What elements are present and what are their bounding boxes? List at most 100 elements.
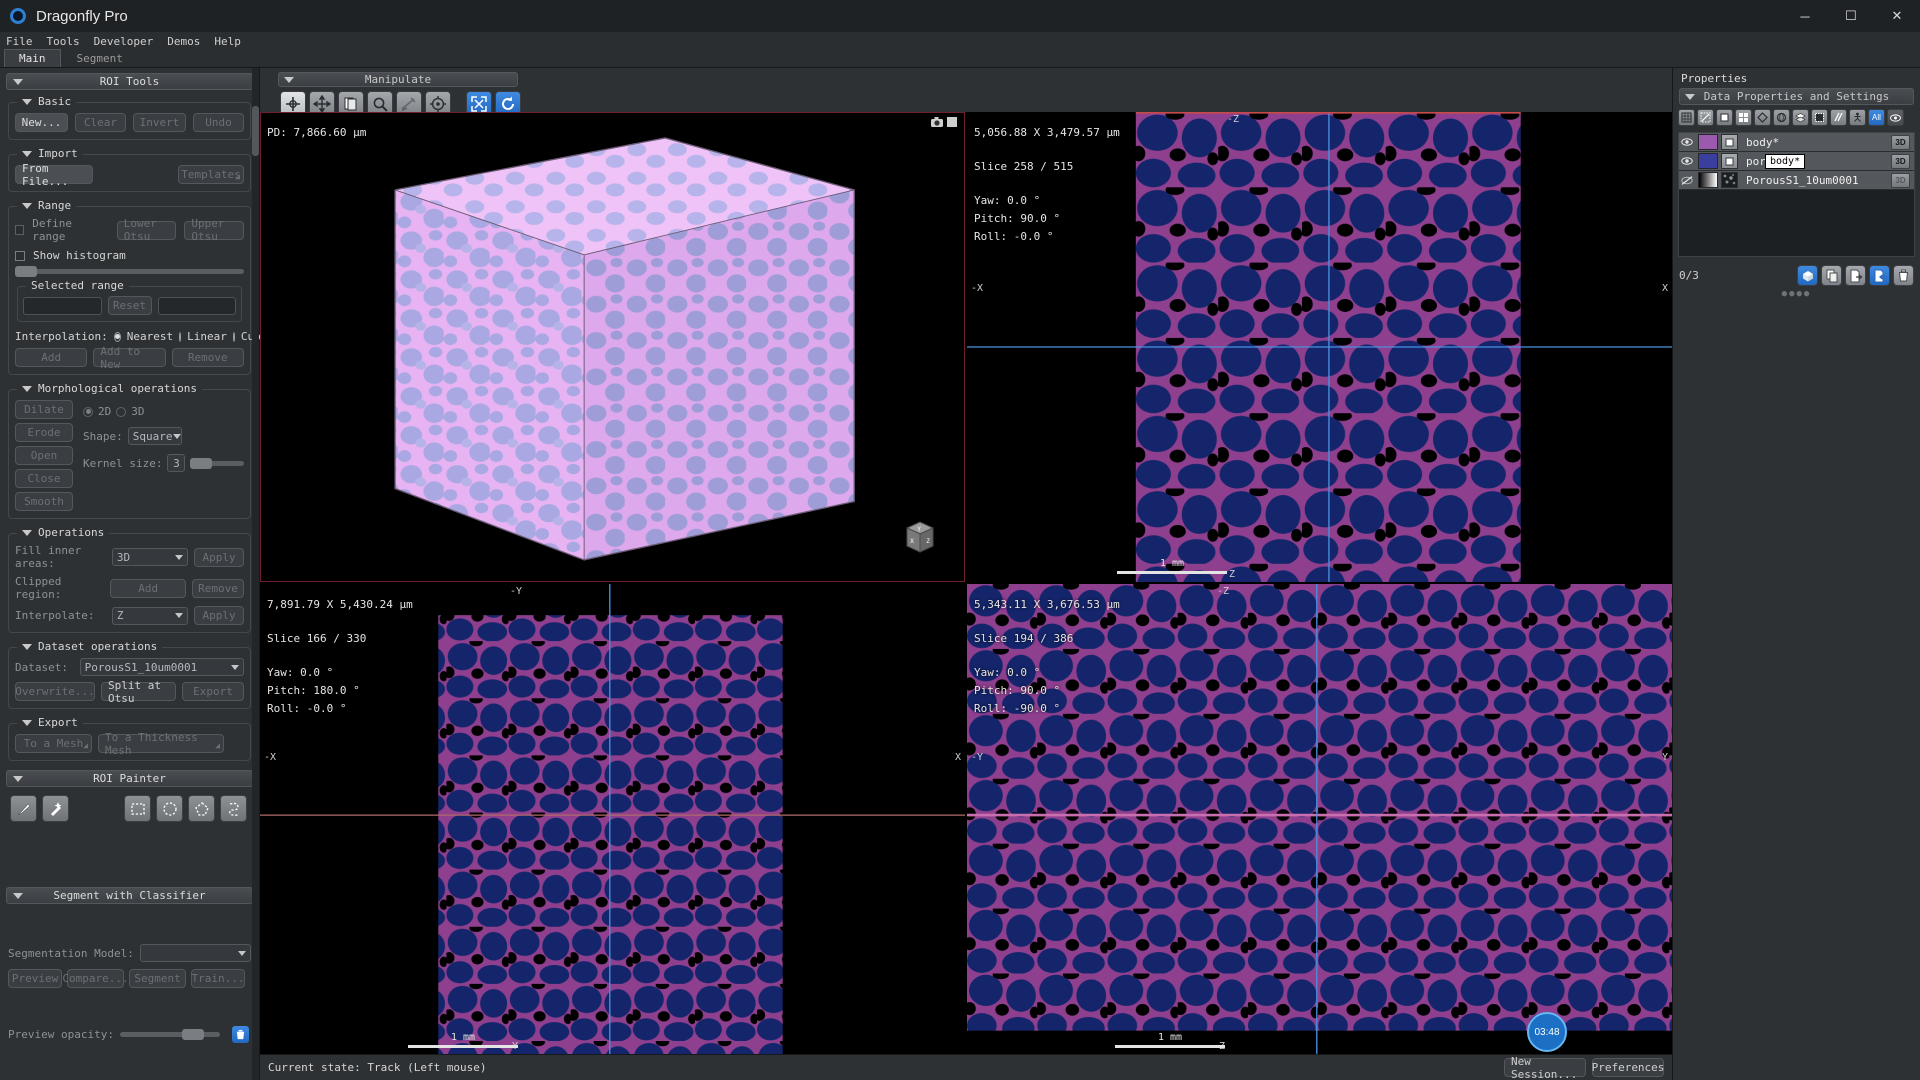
caret-down-icon[interactable]: [22, 202, 32, 209]
chevron-down-icon[interactable]: [175, 554, 184, 560]
viewport-capture-controls[interactable]: [931, 117, 957, 127]
chevron-down-icon[interactable]: [175, 613, 184, 618]
lower-otsu-button[interactable]: Lower Otsu: [116, 217, 177, 243]
preview-opacity-knob[interactable]: [181, 1029, 204, 1040]
layer-row[interactable]: PorousS1_10um0001 3D: [1679, 171, 1914, 190]
layer-3d-badge[interactable]: 3D: [1891, 153, 1910, 169]
caret-down-icon[interactable]: [22, 529, 32, 536]
dilate-button[interactable]: Dilate: [15, 400, 73, 419]
rectangle-select-icon[interactable]: [124, 795, 151, 822]
new-3d-object-icon[interactable]: [1797, 265, 1818, 286]
menu-developer[interactable]: Developer: [94, 35, 154, 48]
invert-button[interactable]: Invert: [133, 113, 186, 132]
collapse-caret-icon[interactable]: [284, 76, 294, 83]
range-slider-knob[interactable]: [15, 266, 37, 277]
camera-icon[interactable]: [931, 117, 943, 127]
undo-button[interactable]: Undo: [193, 113, 244, 132]
new-session-button[interactable]: New Session...: [1504, 1055, 1586, 1080]
dropdown-arrow-icon[interactable]: ◢: [215, 741, 220, 750]
morphological-legend[interactable]: Morphological operations: [17, 382, 202, 395]
scrollbar-thumb[interactable]: [252, 106, 259, 156]
menu-demos[interactable]: Demos: [167, 35, 200, 48]
layer-visibility-icon[interactable]: [1679, 138, 1695, 146]
polygon-select-icon[interactable]: [188, 795, 215, 822]
tab-main[interactable]: Main: [4, 49, 61, 67]
magic-wand-icon[interactable]: [42, 795, 69, 822]
segment-button[interactable]: Segment: [129, 969, 186, 988]
clipped-add-button[interactable]: Add: [110, 578, 186, 598]
interpolate-select[interactable]: Z: [111, 606, 189, 625]
to-a-thickness-mesh-button[interactable]: To a Thickness Mesh ◢: [98, 731, 224, 757]
brush-icon[interactable]: [10, 795, 37, 822]
caret-down-icon[interactable]: [22, 385, 32, 392]
freehand-select-icon[interactable]: [220, 795, 247, 822]
range-remove-button[interactable]: Remove: [171, 348, 244, 367]
layer-name[interactable]: body*: [1741, 136, 1888, 149]
new-roi-button[interactable]: New...: [15, 113, 68, 132]
all-toggle[interactable]: All: [1868, 109, 1885, 126]
templates-button[interactable]: Templates ◢: [178, 165, 244, 184]
minimize-button[interactable]: ─: [1782, 0, 1828, 32]
dropdown-arrow-icon[interactable]: ◢: [235, 172, 240, 181]
dataset-export-button[interactable]: Export: [181, 682, 244, 701]
range-add-to-new-button[interactable]: Add to New: [93, 345, 166, 371]
orientation-cube-icon[interactable]: Y X Z: [897, 514, 943, 560]
kernel-size-slider[interactable]: [190, 457, 244, 469]
ellipse-select-icon[interactable]: [156, 795, 183, 822]
roi-painter-header[interactable]: ROI Painter: [6, 770, 253, 787]
data-properties-header[interactable]: Data Properties and Settings: [1679, 88, 1914, 105]
grid-icon[interactable]: [1678, 109, 1695, 126]
layer-color-swatch[interactable]: [1698, 153, 1718, 169]
snapshot-icon[interactable]: [947, 117, 957, 127]
range-legend[interactable]: Range: [17, 199, 77, 212]
clipped-remove-button[interactable]: Remove: [192, 578, 244, 598]
collapse-caret-icon[interactable]: [1685, 93, 1695, 100]
preferences-button[interactable]: Preferences: [1592, 1058, 1664, 1077]
close-button-morph[interactable]: Close: [15, 469, 73, 488]
erode-button[interactable]: Erode: [15, 423, 73, 442]
split-at-otsu-button[interactable]: Split at Otsu: [101, 679, 176, 705]
range-max-input[interactable]: [157, 296, 236, 315]
layer-3d-badge[interactable]: 3D: [1891, 172, 1910, 188]
caret-down-icon[interactable]: [22, 643, 32, 650]
chevron-down-icon[interactable]: [231, 664, 239, 670]
tab-segment[interactable]: Segment: [62, 50, 137, 67]
layer-name[interactable]: poro*: [1741, 155, 1888, 168]
upper-otsu-button[interactable]: Upper Otsu: [184, 217, 245, 243]
manipulate-header[interactable]: Manipulate: [278, 72, 518, 87]
collapse-caret-icon[interactable]: [13, 775, 23, 782]
viewport-yz[interactable]: 5,343.11 X 3,676.53 µm Slice 194 / 386 Y…: [967, 584, 1672, 1054]
show-histogram-checkbox[interactable]: [15, 250, 25, 261]
kernel-slider-knob[interactable]: [190, 457, 213, 469]
from-file-button[interactable]: From File...: [15, 162, 93, 188]
layer-list[interactable]: body* 3D poro* body* 3D PorousS1_10um000…: [1678, 132, 1915, 257]
trash-icon[interactable]: [231, 1026, 249, 1043]
single-square-icon[interactable]: [1716, 109, 1733, 126]
preview-opacity-slider[interactable]: [119, 1029, 220, 1040]
import-legend[interactable]: Import: [17, 147, 83, 160]
import-icon[interactable]: [1869, 265, 1890, 286]
layer-row[interactable]: body* 3D: [1679, 133, 1914, 152]
kernel-size-input[interactable]: 3: [167, 454, 186, 472]
viewport-xy[interactable]: 7,891.79 X 5,430.24 µm Slice 166 / 330 Y…: [260, 584, 965, 1054]
open-button[interactable]: Open: [15, 446, 73, 465]
delete-icon[interactable]: [1893, 265, 1914, 286]
lines-icon[interactable]: [1830, 109, 1847, 126]
define-range-checkbox[interactable]: [15, 225, 25, 235]
shape-select[interactable]: Square: [127, 427, 182, 445]
four-square-icon[interactable]: [1735, 109, 1752, 126]
to-a-mesh-button[interactable]: To a Mesh ◢: [15, 734, 92, 753]
collapse-caret-icon[interactable]: [13, 78, 23, 85]
interp-linear-radio[interactable]: [179, 331, 182, 342]
bounding-box-icon[interactable]: [1811, 109, 1828, 126]
export-icon[interactable]: [1845, 265, 1866, 286]
segmentation-model-select[interactable]: [139, 944, 251, 962]
interp-cubic-radio[interactable]: [232, 331, 235, 342]
skeleton-icon[interactable]: [1849, 109, 1866, 126]
fill-inner-select[interactable]: 3D: [111, 548, 189, 566]
clear-button[interactable]: Clear: [75, 113, 126, 132]
eye-icon[interactable]: [1887, 109, 1904, 126]
maximize-button[interactable]: ☐: [1828, 0, 1874, 32]
roi-tools-header[interactable]: ROI Tools: [6, 73, 253, 90]
layer-visibility-icon[interactable]: [1679, 157, 1695, 165]
